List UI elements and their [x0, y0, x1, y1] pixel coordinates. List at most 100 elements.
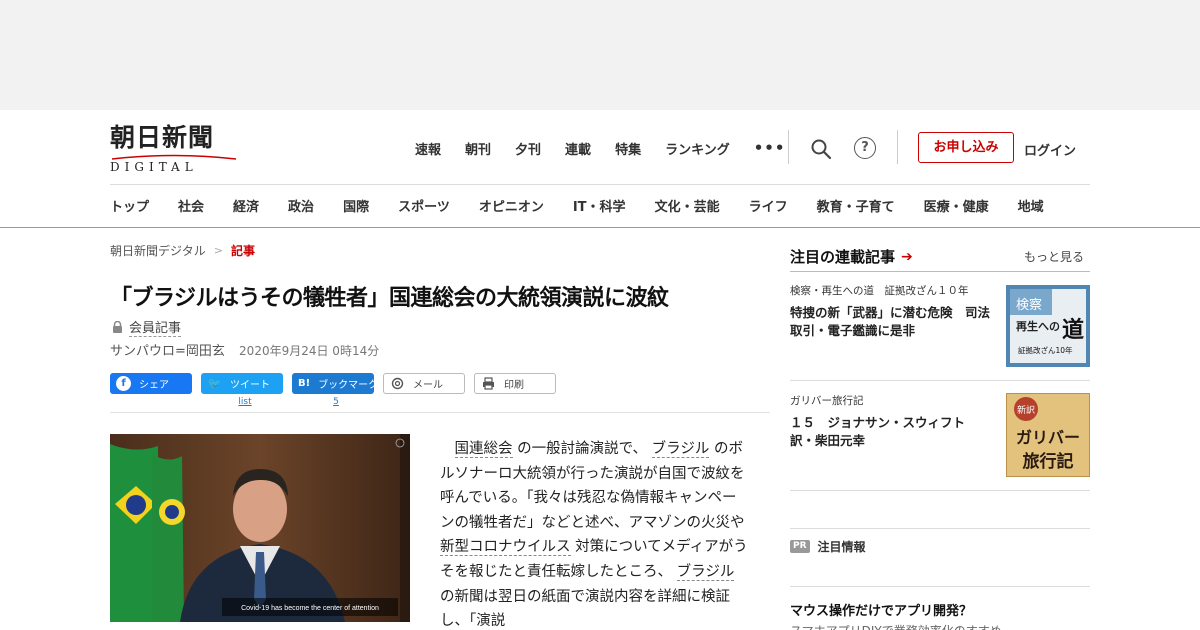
topnav-item-features[interactable]: 特集 — [615, 139, 641, 158]
pr-label: 注目情報 — [817, 540, 866, 554]
twitter-share-label: ツイート — [230, 380, 270, 391]
cat-economy[interactable]: 経済 — [233, 196, 259, 215]
author: サンパウロ=岡田玄 — [110, 344, 225, 359]
login-link[interactable]: ログイン — [1024, 140, 1076, 159]
category-nav: トップ 社会 経済 政治 国際 スポーツ オピニオン IT・科学 文化・芸能 ラ… — [110, 196, 1200, 215]
cat-society[interactable]: 社会 — [178, 196, 204, 215]
ad-banner-area — [0, 0, 1200, 110]
facebook-share-label: シェア — [139, 380, 169, 391]
series-thumbnail[interactable]: 新訳 ガリバー 旅行記 — [1006, 393, 1090, 477]
more-menu-icon[interactable]: ••• — [754, 139, 786, 157]
byline: サンパウロ=岡田玄 2020年9月24日 0時14分 — [110, 340, 379, 359]
hatena-bookmark-button[interactable]: B! ブックマーク 5 — [292, 373, 378, 407]
breadcrumb: 朝日新聞デジタル > 記事 — [110, 242, 255, 259]
pr-badge: PR — [790, 540, 810, 553]
hatena-icon: B! — [298, 378, 311, 389]
pr-section-heading: PR 注目情報 — [790, 538, 866, 555]
help-icon[interactable]: ? — [854, 137, 876, 159]
twitter-list-link[interactable]: list — [207, 397, 289, 407]
mail-label: メール — [413, 380, 443, 391]
member-badge: 会員記事 — [112, 317, 182, 337]
series-category: ガリバー旅行記 — [790, 395, 864, 407]
arrow-right-icon: ➔ — [901, 248, 913, 265]
site-logo[interactable]: 朝日新聞 DIGITAL — [110, 123, 240, 174]
series-item[interactable]: 検察・再生への道 証拠改ざん１０年 特捜の新「武器」に潜む危険 司法取引・電子鑑… — [790, 283, 1000, 340]
svg-text:検察: 検察 — [1016, 298, 1042, 313]
logo-swoosh — [111, 154, 237, 160]
lock-icon — [113, 321, 122, 333]
keyword-link[interactable]: ブラジル — [676, 563, 735, 581]
thumbnail-graphic: 新訳 ガリバー 旅行記 — [1006, 393, 1090, 477]
hatena-label: ブックマーク — [318, 380, 379, 391]
cat-sports[interactable]: スポーツ — [398, 196, 450, 215]
breadcrumb-current: 記事 — [230, 244, 255, 258]
divider — [790, 271, 1090, 272]
topnav-item-ranking[interactable]: ランキング — [665, 139, 730, 158]
print-label: 印刷 — [504, 380, 524, 391]
logo-text: 朝日新聞 — [110, 123, 215, 152]
series-item[interactable]: ガリバー旅行記 １５ ジョナサン・スウィフト 訳・柴田元幸 — [790, 393, 1000, 450]
cat-education[interactable]: 教育・子育て — [817, 196, 895, 215]
mail-button[interactable]: メール — [383, 373, 465, 394]
series-category: 検察・再生への道 証拠改ざん１０年 — [790, 285, 969, 297]
topnav-item-evening[interactable]: 夕刊 — [515, 139, 541, 158]
promo-subtitle[interactable]: スマホアプリDIYで業務効率化のすすめ — [790, 622, 1002, 630]
divider — [788, 130, 789, 164]
keyword-link[interactable]: 新型コロナウイルス — [440, 539, 571, 557]
body-text-segment: の一般討論演説で、 — [517, 441, 648, 457]
mail-icon — [391, 377, 404, 390]
keyword-link[interactable]: ブラジル — [651, 441, 710, 458]
series-title: 特捜の新「武器」に潜む危険 司法取引・電子鑑識に是非 — [790, 305, 991, 338]
divider — [110, 184, 1090, 185]
divider — [897, 130, 898, 164]
see-more-link[interactable]: もっと見る — [1024, 248, 1084, 265]
featured-series-heading[interactable]: 注目の連載記事 ➔ — [790, 246, 913, 267]
series-title: １５ ジョナサン・スウィフト 訳・柴田元幸 — [790, 415, 978, 448]
divider — [790, 380, 1090, 381]
svg-text:道: 道 — [1062, 317, 1084, 343]
member-label[interactable]: 会員記事 — [129, 317, 182, 337]
site-header: 朝日新聞 DIGITAL 速報 朝刊 夕刊 連載 特集 ランキング ••• ? … — [0, 110, 1200, 228]
topnav-item-morning[interactable]: 朝刊 — [465, 139, 491, 158]
cat-international[interactable]: 国際 — [343, 196, 369, 215]
twitter-icon: 🐦 — [207, 377, 222, 390]
apply-button[interactable]: お申し込み — [918, 132, 1014, 163]
series-thumbnail[interactable]: 検察 再生への 道 証拠改ざん10年 — [1006, 285, 1090, 367]
search-icon[interactable] — [810, 138, 832, 160]
svg-text:新訳: 新訳 — [1017, 404, 1035, 416]
hatena-count[interactable]: 5 — [298, 397, 380, 407]
svg-text:証拠改ざん10年: 証拠改ざん10年 — [1018, 345, 1073, 355]
twitter-share-button[interactable]: 🐦 ツイート list — [201, 373, 283, 407]
article-body: 国連総会 の一般討論演説で、 ブラジル のボルソナーロ大統領が行った演説が自国で… — [440, 437, 750, 630]
breadcrumb-home[interactable]: 朝日新聞デジタル — [110, 242, 206, 259]
cat-top[interactable]: トップ — [110, 196, 149, 215]
cat-region[interactable]: 地域 — [1018, 196, 1044, 215]
topnav-item-series[interactable]: 連載 — [565, 139, 591, 158]
svg-text:旅行記: 旅行記 — [1023, 451, 1074, 472]
divider — [790, 490, 1090, 491]
topnav-item-breaking[interactable]: 速報 — [415, 139, 441, 158]
share-bar: f シェア 🐦 ツイート list B! ブックマーク 5 メール 印刷 — [110, 373, 556, 407]
divider — [790, 528, 1090, 529]
print-button[interactable]: 印刷 — [474, 373, 556, 394]
divider — [790, 586, 1090, 587]
keyword-link[interactable]: 国連総会 — [454, 441, 513, 458]
svg-text:ガリバー: ガリバー — [1016, 428, 1080, 447]
logo-subtext: DIGITAL — [110, 160, 198, 174]
publish-date: 2020年9月24日 0時14分 — [239, 344, 380, 358]
facebook-share-button[interactable]: f シェア — [110, 373, 192, 394]
divider — [110, 412, 770, 413]
article-photo[interactable]: Covid-19 has become the center of attent… — [110, 434, 410, 622]
facebook-icon: f — [116, 376, 131, 391]
svg-text:再生への: 再生への — [1016, 319, 1060, 333]
cat-health[interactable]: 医療・健康 — [924, 196, 989, 215]
photo-illustration: Covid-19 has become the center of attent… — [110, 434, 410, 622]
cat-it-science[interactable]: IT・科学 — [573, 196, 626, 215]
promo-title[interactable]: マウス操作だけでアプリ開発？ — [790, 600, 972, 619]
cat-opinion[interactable]: オピニオン — [479, 196, 544, 215]
body-text-segment: の新聞は翌日の紙面で演説内容を詳細に検証し、「演説 — [440, 588, 730, 630]
cat-life[interactable]: ライフ — [749, 196, 788, 215]
breadcrumb-separator: > — [213, 244, 223, 257]
cat-politics[interactable]: 政治 — [288, 196, 314, 215]
cat-culture[interactable]: 文化・芸能 — [655, 196, 720, 215]
